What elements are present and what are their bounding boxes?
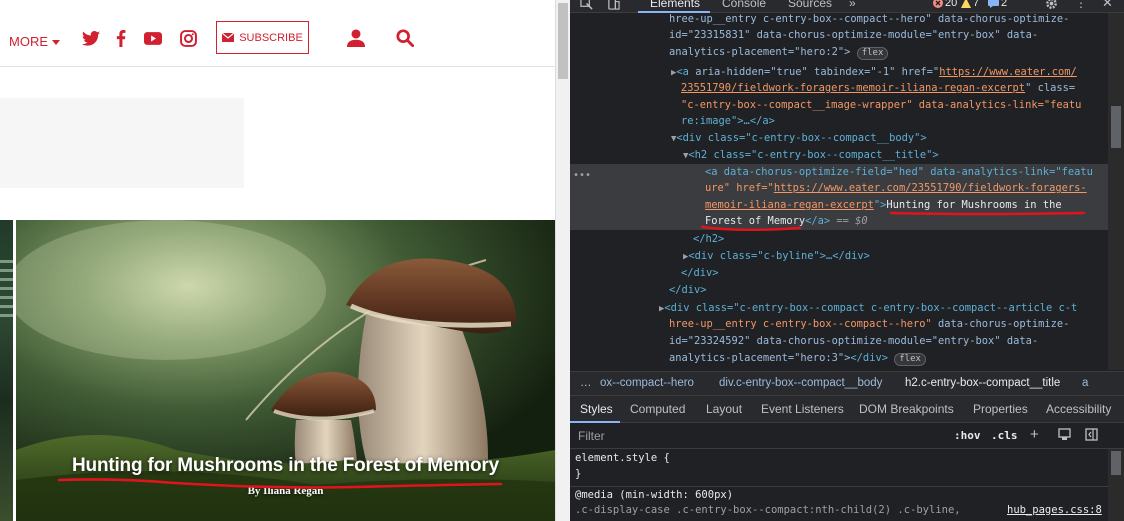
error-count: 20	[945, 0, 958, 9]
rule-separator	[570, 486, 1108, 487]
more-menu-label: MORE	[9, 34, 48, 49]
subtab-computed[interactable]: Computed	[630, 402, 685, 416]
breadcrumb-item[interactable]: h2.c-entry-box--compact__title	[905, 377, 1060, 389]
breadcrumb-item[interactable]: a	[1082, 377, 1088, 389]
subscribe-button[interactable]: SUBSCRIBE	[216, 21, 309, 54]
tab-console[interactable]: Console	[722, 0, 766, 10]
styles-rules-pane[interactable]: element.style { } @media (min-width: 600…	[570, 449, 1108, 521]
hero-story-title[interactable]: Hunting for Mushrooms in the Forest of M…	[16, 455, 555, 477]
message-icon	[988, 0, 999, 8]
flex-badge[interactable]: flex	[856, 47, 889, 60]
breadcrumb-item[interactable]: div.c-entry-box--compact__body	[719, 377, 882, 389]
dom-line[interactable]: ▶<a aria-hidden="true" tabindex="-1" hre…	[671, 64, 1077, 82]
mail-icon	[222, 33, 235, 42]
dom-line[interactable]: ▶<div class="c-entry-box--compact c-entr…	[659, 300, 1077, 318]
youtube-icon[interactable]	[144, 32, 162, 50]
rule-close-brace: }	[575, 468, 582, 480]
twitter-icon[interactable]	[82, 31, 100, 51]
flex-badge[interactable]: flex	[894, 353, 926, 366]
dom-line[interactable]: "c-entry-box--compact__image-wrapper" da…	[681, 97, 1081, 114]
error-icon	[933, 0, 943, 8]
selected-text-node: Hunting for Mushrooms in the	[886, 199, 1062, 211]
node-actions-ellipsis[interactable]: •••	[573, 168, 591, 185]
caret-down-icon	[52, 39, 60, 45]
devtools-panel: Elements Console Sources » 20 7 2 ⋮ ✕ ••…	[570, 0, 1124, 521]
breadcrumb-overflow[interactable]: …	[580, 377, 592, 389]
dom-line[interactable]: ▶<div class="c-byline">…</div>	[683, 248, 870, 266]
dom-line[interactable]: re:image">…</a>	[681, 113, 775, 130]
styles-scrollbar-thumb[interactable]	[1111, 451, 1121, 475]
dom-line[interactable]: </div>	[681, 265, 719, 282]
error-count-badge[interactable]: 20	[933, 0, 957, 9]
website-viewport: MORE SUBSCRIBE Hunting for Mushrooms in …	[0, 0, 555, 521]
dom-tree-scrollbar-thumb[interactable]	[1111, 106, 1121, 148]
facebook-icon[interactable]	[116, 30, 126, 52]
message-count-badge[interactable]: 2	[988, 0, 1007, 9]
warning-icon	[961, 0, 971, 8]
subtab-dom-breakpoints[interactable]: DOM Breakpoints	[859, 402, 954, 416]
previous-story-image-edge[interactable]	[0, 220, 13, 521]
subtab-event-listeners[interactable]: Event Listeners	[761, 402, 844, 416]
dom-line[interactable]: id="23324592" data-chorus-optimize-modul…	[669, 333, 1038, 350]
warning-count: 7	[973, 0, 980, 9]
subtab-properties[interactable]: Properties	[973, 402, 1028, 416]
hero-story-byline[interactable]: By Iliana Regan	[16, 485, 555, 497]
more-tabs-button[interactable]: »	[849, 0, 856, 10]
dom-breadcrumb-bar: … ox--compact--hero div.c-entry-box--com…	[570, 371, 1124, 396]
more-menu-button[interactable]: MORE	[9, 34, 60, 49]
new-style-rule-icon[interactable]: +	[1030, 426, 1039, 443]
account-icon[interactable]	[347, 29, 365, 52]
dom-line[interactable]: </div>	[669, 282, 707, 299]
hero-story-card[interactable]: Hunting for Mushrooms in the Forest of M…	[16, 220, 555, 521]
tab-sources[interactable]: Sources	[788, 0, 832, 10]
warning-count-badge[interactable]: 7	[961, 0, 979, 9]
dom-line[interactable]: ▼<h2 class="c-entry-box--compact__title"…	[683, 147, 939, 165]
stylesheet-source-link[interactable]: hub_pages.css:8	[1007, 503, 1102, 519]
dom-line-selected[interactable]: <a data-chorus-optimize-field="hed" data…	[705, 164, 1093, 181]
dom-line[interactable]: hree-up__entry c-entry-box--compact--her…	[669, 11, 1069, 28]
ad-placeholder	[0, 98, 244, 188]
dom-line-selected[interactable]: ure" href="https://www.eater.com/2355179…	[705, 180, 1087, 197]
dom-line[interactable]: ▼<div class="c-entry-box--compact__body"…	[671, 130, 927, 148]
elements-dom-tree[interactable]: ••• hree-up__entry c-entry-box--compact-…	[570, 13, 1108, 370]
page-scrollbar-thumb[interactable]	[558, 3, 568, 79]
subtab-layout[interactable]: Layout	[706, 402, 742, 416]
styles-scrollbar[interactable]	[1108, 449, 1124, 521]
dom-line[interactable]: hree-up__entry c-entry-box--compact--her…	[669, 316, 1069, 333]
page-scrollbar[interactable]	[555, 0, 570, 521]
breadcrumb-item[interactable]: ox--compact--hero	[600, 377, 694, 389]
styles-filter-bar: Filter :hov .cls +	[570, 423, 1124, 449]
search-icon[interactable]	[396, 29, 415, 52]
instagram-icon[interactable]	[180, 30, 197, 52]
styles-filter-input[interactable]: Filter	[578, 429, 605, 443]
message-count: 2	[1001, 0, 1008, 9]
hover-state-toggle[interactable]: :hov	[954, 429, 981, 442]
rule-selector[interactable]: .c-display-case .c-entry-box--compact:nt…	[575, 503, 961, 519]
subtab-accessibility[interactable]: Accessibility	[1046, 402, 1111, 416]
dom-line[interactable]: analytics-placement="hero:3"></div> flex	[669, 350, 926, 367]
kebab-menu-icon[interactable]: ⋮	[1075, 0, 1087, 10]
styles-subtab-bar: Styles Computed Layout Event Listeners D…	[570, 396, 1124, 423]
computed-styles-toggle-icon[interactable]	[1058, 428, 1071, 444]
subscribe-label: SUBSCRIBE	[239, 31, 303, 44]
class-toggle[interactable]: .cls	[991, 429, 1018, 442]
dom-line[interactable]: analytics-placement="hero:2"> flex	[669, 44, 889, 61]
tab-elements[interactable]: Elements	[650, 0, 700, 10]
element-style-rule[interactable]: element.style {	[575, 451, 670, 467]
dom-line[interactable]: 23551790/fieldwork-foragers-memoir-ilian…	[681, 80, 1075, 97]
dom-line[interactable]: </h2>	[693, 231, 724, 248]
dom-line[interactable]: id="23315831" data-chorus-optimize-modul…	[669, 27, 1038, 44]
sidebar-toggle-icon[interactable]	[1085, 428, 1098, 444]
dom-tree-scrollbar[interactable]	[1108, 13, 1124, 370]
dom-line-selected[interactable]: memoir-iliana-regan-excerpt">Hunting for…	[705, 197, 1062, 214]
subtab-styles[interactable]: Styles	[580, 402, 613, 416]
dom-line-selected[interactable]: Forest of Memory</a> == $0	[705, 213, 868, 230]
close-devtools-icon[interactable]: ✕	[1102, 0, 1113, 11]
site-header: MORE SUBSCRIBE	[0, 0, 555, 67]
media-query: @media (min-width: 600px)	[575, 489, 734, 501]
